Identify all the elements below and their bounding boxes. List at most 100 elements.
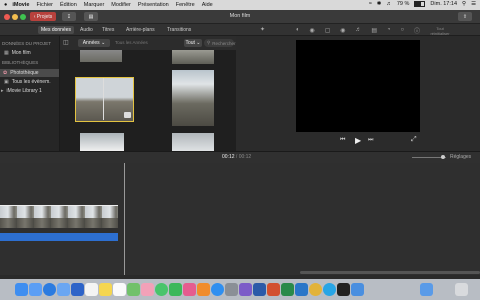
chevron-down-icon: ⌄ <box>194 40 201 46</box>
notification-center-icon[interactable]: ☰ <box>471 1 476 7</box>
menu-fenetre[interactable]: Fenêtre <box>176 2 195 8</box>
fullscreen-icon[interactable]: ⤢ <box>411 136 417 144</box>
dock-calendrier[interactable] <box>85 283 98 296</box>
sidebar-item-label: Mon film <box>11 50 31 56</box>
clock[interactable]: Dim. 17:14 <box>430 1 457 7</box>
dock-imovie[interactable] <box>239 283 252 296</box>
chevron-down-icon: ⌄ <box>99 40 106 46</box>
dock-facetime[interactable] <box>169 283 182 296</box>
audio-track[interactable] <box>0 233 118 241</box>
dock-corbeille[interactable] <box>455 283 468 296</box>
video-track-ground <box>0 218 118 228</box>
clip-options-icon[interactable] <box>124 112 131 118</box>
menu-modifier[interactable]: Modifier <box>111 2 131 8</box>
dock-outlook[interactable] <box>295 283 308 296</box>
sidebar-item-imovie-library[interactable]: ▸ iMovie Library 1 <box>1 88 42 94</box>
color-balance-icon[interactable]: ◐ <box>296 27 300 33</box>
wifi-icon[interactable]: ≈ <box>369 1 372 7</box>
dock-ibooks[interactable] <box>197 283 210 296</box>
menu-app-imovie[interactable]: iMovie <box>12 2 29 8</box>
bluetooth-icon[interactable]: ✱ <box>377 1 382 7</box>
speed-icon[interactable]: ◔ <box>387 27 391 33</box>
sidebar-item-phototheque[interactable]: ✿ Photothèque <box>0 69 59 77</box>
apple-icon[interactable]: ● <box>4 2 7 8</box>
dock-plans[interactable] <box>127 283 140 296</box>
tab-audio[interactable]: Audio <box>80 27 93 33</box>
playhead[interactable] <box>124 163 125 275</box>
share-icon: ⇧ <box>462 13 468 20</box>
sidebar-item-mon-film[interactable]: ▦ Mon film <box>4 50 31 56</box>
window-title: Mon film <box>229 13 251 19</box>
dock-photos[interactable] <box>141 283 154 296</box>
battery-icon[interactable] <box>414 1 426 7</box>
search-field[interactable]: ⚲ Rechercher <box>204 39 236 47</box>
tab-titres[interactable]: Titres <box>102 27 114 33</box>
crop-icon[interactable]: ▢ <box>325 27 331 34</box>
dock-itunes[interactable] <box>183 283 196 296</box>
dock-preferences-systeme[interactable] <box>225 283 238 296</box>
timeline[interactable] <box>0 163 480 275</box>
tab-arriere-plans[interactable]: Arrière-plans <box>126 27 155 33</box>
clip-thumbnail-top-right[interactable] <box>172 50 214 64</box>
search-icon[interactable]: ⚲ <box>462 1 466 7</box>
magic-wand-icon[interactable]: ✦ <box>260 26 265 33</box>
menu-aide[interactable]: Aide <box>202 2 213 8</box>
zoom-slider-thumb[interactable] <box>441 155 445 159</box>
dock-notes[interactable] <box>99 283 112 296</box>
sidebar-item-label: Tous les évènem. <box>11 79 51 85</box>
dock-mail[interactable] <box>57 283 70 296</box>
sidebar-item-tous-evenements[interactable]: ▣ Tous les évènem. <box>4 79 51 85</box>
dock-launchpad[interactable] <box>29 283 42 296</box>
dock-utilitaires[interactable] <box>351 283 364 296</box>
menu-fichier[interactable]: Fichier <box>36 2 53 8</box>
clip-thumbnail-tall[interactable] <box>172 70 214 126</box>
adjustment-toolbar: ◐ ◉ ▢ ◉ ♬ ▤ ◔ ○ ⓘ <box>296 25 420 35</box>
dock-word[interactable] <box>253 283 266 296</box>
all-clips-dropdown[interactable]: Tout ⌄ <box>184 39 202 47</box>
dock-contacts[interactable] <box>71 283 84 296</box>
dock-app-store[interactable] <box>211 283 224 296</box>
filter-icon[interactable]: ○ <box>400 27 404 33</box>
tab-transitions[interactable]: Transitions <box>167 27 191 33</box>
project-data-header: DONNÉES DU PROJET <box>2 41 52 46</box>
noise-reduction-icon[interactable]: ▤ <box>371 27 377 34</box>
video-viewer[interactable] <box>296 40 420 132</box>
dock-finder[interactable] <box>15 283 28 296</box>
info-icon[interactable]: ⓘ <box>414 26 420 35</box>
dock-powerpoint[interactable] <box>267 283 280 296</box>
video-track[interactable] <box>0 205 118 228</box>
dock-rappels[interactable] <box>113 283 126 296</box>
dock-telechargements[interactable] <box>420 283 433 296</box>
disclosure-triangle-icon[interactable]: ▸ <box>1 88 4 94</box>
share-button[interactable]: ⇧ <box>458 12 472 21</box>
dock-excel[interactable] <box>281 283 294 296</box>
skip-forward-icon[interactable]: ⏭ <box>368 137 373 144</box>
dock-terminal[interactable] <box>337 283 350 296</box>
dock-messages[interactable] <box>155 283 168 296</box>
timeline-scrollbar[interactable] <box>300 271 480 274</box>
dock-chrome[interactable] <box>309 283 322 296</box>
filter-dropdown[interactable]: Années ⌄ <box>78 39 110 47</box>
menu-presentation[interactable]: Présentation <box>138 2 169 8</box>
clip-thumbnail-selected[interactable] <box>75 77 134 122</box>
timeline-settings-button[interactable]: Réglages <box>450 154 471 160</box>
dock-skype[interactable] <box>323 283 336 296</box>
clip-thumbnail-bottom-left[interactable] <box>80 133 124 151</box>
skip-back-icon[interactable]: ⏮ <box>340 137 345 144</box>
stabilize-icon[interactable]: ◉ <box>340 27 345 34</box>
clip-thumbnail-bottom-right[interactable] <box>172 133 214 151</box>
reset-all-button[interactable]: Tout réinitialiser <box>428 26 452 36</box>
dock-safari[interactable] <box>43 283 56 296</box>
sidebar-toggle-icon[interactable]: ◫ <box>63 39 69 46</box>
clip-thumbnail-top-left[interactable] <box>80 50 122 62</box>
color-correction-icon[interactable]: ◉ <box>310 27 315 34</box>
libraries-header: BIBLIOTHÈQUES <box>2 60 39 65</box>
volume-icon[interactable]: ♬ <box>386 1 392 7</box>
volume-adjust-icon[interactable]: ♬ <box>355 27 361 33</box>
menu-edition[interactable]: Édition <box>60 2 77 8</box>
events-icon: ▣ <box>4 79 9 85</box>
menu-marquer[interactable]: Marquer <box>84 2 104 8</box>
tab-mes-donnees[interactable]: Mes données <box>38 26 75 34</box>
play-icon[interactable]: ▶ <box>355 136 361 145</box>
library-sidebar: DONNÉES DU PROJET ▦ Mon film BIBLIOTHÈQUE… <box>0 36 60 151</box>
